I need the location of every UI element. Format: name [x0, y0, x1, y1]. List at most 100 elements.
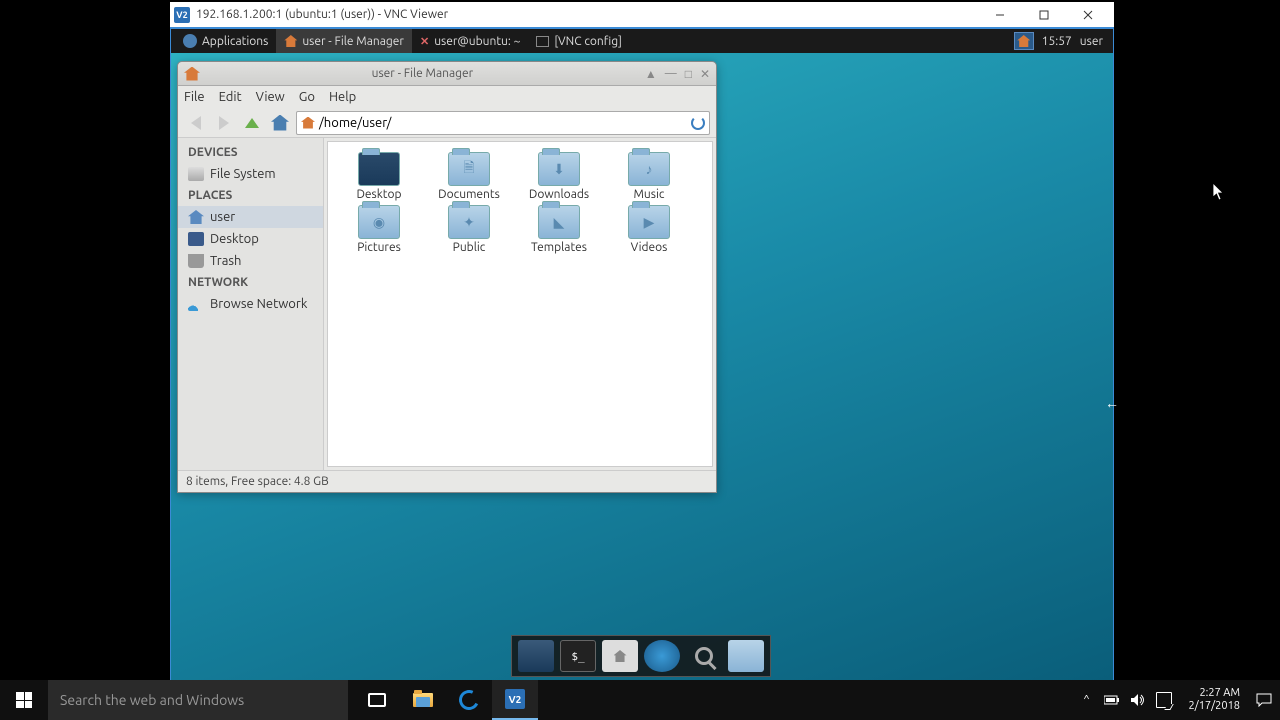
arrow-right-icon: [219, 116, 229, 130]
folder-label: Downloads: [529, 188, 589, 201]
sidebar-item-user[interactable]: user: [178, 206, 323, 228]
taskbar-item-label: [VNC config]: [554, 35, 622, 48]
edge-icon: [456, 687, 482, 713]
dock-web-browser[interactable]: [644, 640, 680, 672]
remote-desktop[interactable]: Applications user - File Manager ✕ user@…: [170, 28, 1114, 682]
sidebar-item-desktop[interactable]: Desktop: [178, 228, 323, 250]
folder-documents[interactable]: 🗎 Documents: [428, 152, 510, 201]
tray-time-text: 2:27 AM: [1188, 687, 1240, 700]
windows-logo-icon: [16, 692, 32, 708]
fm-maximize-button[interactable]: □: [685, 67, 692, 81]
folder-icon: ▶: [628, 205, 670, 239]
taskbar-apps: V2: [354, 680, 538, 720]
location-bar[interactable]: /home/user/: [296, 111, 710, 135]
fm-minimize-button[interactable]: —: [665, 67, 677, 81]
minimize-button[interactable]: [978, 3, 1022, 27]
folder-label: Documents: [438, 188, 500, 201]
folder-label: Templates: [531, 241, 587, 254]
forward-button[interactable]: [212, 111, 236, 135]
home-icon: [301, 117, 315, 129]
vnc-window-controls: [978, 3, 1110, 27]
fm-content-pane[interactable]: Desktop 🗎 Documents ⬇Downloads ♪Music ◉Pi…: [327, 141, 713, 467]
terminal-icon: ✕: [420, 35, 429, 48]
up-button[interactable]: [240, 111, 264, 135]
back-button[interactable]: [184, 111, 208, 135]
home-button[interactable]: [268, 111, 292, 135]
taskbar-item-filemanager[interactable]: user - File Manager: [276, 29, 412, 53]
folder-pictures[interactable]: ◉Pictures: [338, 205, 420, 254]
sidebar-item-browse-network[interactable]: Browse Network: [178, 293, 323, 315]
windows-taskbar: Search the web and Windows V2 ^ 2:27 AM …: [0, 680, 1280, 720]
fm-window-controls: ▲ — □ ✕: [645, 67, 710, 81]
vnc-titlebar[interactable]: V2 192.168.1.200:1 (ubuntu:1 (user)) - V…: [170, 2, 1114, 28]
dock-terminal[interactable]: $_: [560, 640, 596, 672]
system-tray: ^ 2:27 AM 2/17/2018: [1070, 687, 1280, 713]
sidebar-item-trash[interactable]: Trash: [178, 250, 323, 272]
menu-view[interactable]: View: [256, 90, 285, 104]
tray-battery-icon[interactable]: [1104, 692, 1120, 708]
menu-file[interactable]: File: [184, 90, 205, 104]
task-view-button[interactable]: [354, 680, 400, 720]
window-icon: [536, 36, 549, 47]
vnc-window-title: 192.168.1.200:1 (ubuntu:1 (user)) - VNC …: [196, 8, 978, 21]
folder-icon: ♪: [628, 152, 670, 186]
folder-label: Videos: [631, 241, 668, 254]
tray-action-center-icon[interactable]: [1256, 692, 1272, 708]
fm-statusbar: 8 items, Free space: 4.8 GB: [178, 470, 716, 492]
taskbar-search-box[interactable]: Search the web and Windows: [48, 680, 348, 720]
fm-sidebar: DEVICES File System PLACES user Desktop …: [178, 138, 324, 470]
start-button[interactable]: [0, 680, 48, 720]
applications-label: Applications: [202, 35, 268, 48]
folder-videos[interactable]: ▶ Videos: [608, 205, 690, 254]
network-icon: [188, 297, 204, 311]
applications-menu[interactable]: Applications: [175, 29, 276, 53]
folder-label: Public: [453, 241, 486, 254]
tray-clock[interactable]: 2:27 AM 2/17/2018: [1182, 687, 1246, 713]
taskbar-item-terminal[interactable]: ✕ user@ubuntu: ~: [412, 29, 528, 53]
sidebar-item-label: user: [210, 210, 235, 224]
tray-notifications-icon[interactable]: [1156, 692, 1172, 708]
dock-file-manager[interactable]: [602, 640, 638, 672]
panel-username[interactable]: user: [1080, 35, 1103, 48]
folder-public[interactable]: ✦Public: [428, 205, 510, 254]
show-desktop-button[interactable]: [1014, 32, 1034, 50]
fm-window-title: user - File Manager: [200, 67, 645, 80]
fm-titlebar[interactable]: user - File Manager ▲ — □ ✕: [178, 62, 716, 86]
folder-icon: 🗎: [448, 152, 490, 186]
folder-downloads[interactable]: ⬇Downloads: [518, 152, 600, 201]
menu-help[interactable]: Help: [329, 90, 356, 104]
folder-music[interactable]: ♪Music: [608, 152, 690, 201]
folder-desktop[interactable]: Desktop: [338, 152, 420, 201]
taskbar-item-label: user - File Manager: [302, 35, 404, 48]
menu-edit[interactable]: Edit: [219, 90, 242, 104]
panel-clock[interactable]: 15:57: [1042, 35, 1072, 48]
menu-go[interactable]: Go: [299, 90, 315, 104]
refresh-icon[interactable]: [691, 116, 705, 130]
folder-templates[interactable]: ◣Templates: [518, 205, 600, 254]
folder-icon: ◉: [358, 205, 400, 239]
taskbar-item-vncconfig[interactable]: [VNC config]: [528, 29, 630, 53]
xfce-logo-icon: [183, 34, 197, 48]
tray-date-text: 2/17/2018: [1188, 700, 1240, 713]
tray-volume-icon[interactable]: [1130, 692, 1146, 708]
sidebar-header-devices: DEVICES: [178, 142, 323, 163]
sidebar-item-filesystem[interactable]: File System: [178, 163, 323, 185]
home-icon: [284, 35, 297, 47]
home-icon: [1017, 35, 1030, 47]
close-button[interactable]: [1066, 3, 1110, 27]
dock-app-finder[interactable]: [686, 640, 722, 672]
sidebar-item-label: File System: [210, 167, 276, 181]
dock-folder[interactable]: [728, 640, 764, 672]
fm-keep-above-button[interactable]: ▲: [645, 67, 657, 81]
taskbar-file-explorer[interactable]: [400, 680, 446, 720]
folder-icon: [358, 152, 400, 186]
dock-show-desktop[interactable]: [518, 640, 554, 672]
sidebar-item-label: Trash: [210, 254, 241, 268]
tray-chevron-up[interactable]: ^: [1078, 692, 1094, 708]
taskbar-vnc-viewer[interactable]: V2: [492, 680, 538, 720]
vnc-icon: V2: [505, 689, 525, 709]
taskbar-edge[interactable]: [446, 680, 492, 720]
xfce-top-panel: Applications user - File Manager ✕ user@…: [171, 29, 1113, 53]
fm-close-button[interactable]: ✕: [700, 67, 710, 81]
maximize-button[interactable]: [1022, 3, 1066, 27]
